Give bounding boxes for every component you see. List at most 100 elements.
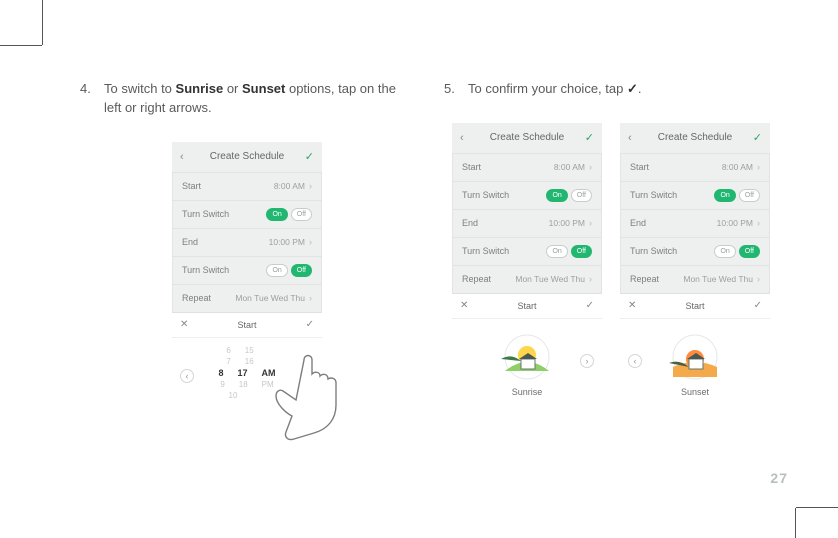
chevron-right-icon: › xyxy=(589,218,592,228)
label: Start xyxy=(630,162,649,172)
back-icon[interactable]: ‹ xyxy=(628,132,632,144)
screen-title: Create Schedule xyxy=(210,151,285,162)
value: 10:00 PM xyxy=(717,218,753,228)
value: Mon Tue Wed Thu xyxy=(515,274,585,284)
chevron-right-icon: › xyxy=(757,218,760,228)
chevron-right-icon: › xyxy=(589,162,592,172)
bold: Sunrise xyxy=(176,81,224,96)
switch-on[interactable]: On xyxy=(266,208,287,221)
row-end[interactable]: End10:00 PM› xyxy=(452,209,602,237)
row-end[interactable]: End 10:00 PM › xyxy=(620,209,770,237)
crop-mark xyxy=(796,507,838,508)
step-number: 5. xyxy=(444,80,468,99)
value: 8:00 AM xyxy=(554,162,585,172)
switch-off[interactable]: Off xyxy=(291,208,312,221)
picker-row: 10 xyxy=(229,391,266,400)
close-icon[interactable]: ✕ xyxy=(460,300,468,311)
value: Mon Tue Wed Thu xyxy=(683,274,753,284)
switch-off[interactable]: Off xyxy=(571,189,592,202)
label: Turn Switch xyxy=(182,265,229,275)
row-turn-switch-1: Turn Switch On Off xyxy=(620,181,770,209)
row-turn-switch-2: Turn Switch On Off xyxy=(620,237,770,265)
value: 8:00 AM xyxy=(274,181,305,191)
text: To confirm your choice, tap xyxy=(468,81,627,96)
step-number: 4. xyxy=(80,80,104,118)
label: End xyxy=(182,237,198,247)
sheet-sunset: ✕Start✓ ‹ › Sunset xyxy=(620,293,770,407)
switch-on[interactable]: On xyxy=(714,189,735,202)
label: End xyxy=(630,218,646,228)
switch-on[interactable]: On xyxy=(546,245,567,258)
confirm-icon[interactable]: ✓ xyxy=(305,150,314,163)
confirm-icon[interactable]: ✓ xyxy=(754,300,762,311)
row-turn-switch-2: Turn Switch On Off xyxy=(172,256,322,284)
switch-on[interactable]: On xyxy=(546,189,567,202)
sheet-sunrise: ✕Start✓ ‹ › Sunrise xyxy=(452,293,602,407)
value: Mon Tue Wed Thu xyxy=(235,293,305,303)
row-turn-switch-1: Turn Switch On Off xyxy=(452,181,602,209)
screen-header: ‹ Create Schedule ✓ xyxy=(452,123,602,153)
row-end[interactable]: End 10:00 PM › xyxy=(172,228,322,256)
confirm-icon[interactable]: ✓ xyxy=(585,131,594,144)
value: 10:00 PM xyxy=(269,237,305,247)
label: Repeat xyxy=(630,274,659,284)
label: Turn Switch xyxy=(630,190,677,200)
row-start[interactable]: Start8:00 AM› xyxy=(452,153,602,181)
row-repeat[interactable]: Repeat Mon Tue Wed Thu › xyxy=(172,284,322,312)
confirm-icon[interactable]: ✓ xyxy=(586,300,594,311)
picker-next-icon[interactable]: › xyxy=(300,369,314,383)
label: Turn Switch xyxy=(462,190,509,200)
sheet-start-picker: ✕ Start ✓ ‹ › 615 716 817AM 918PM 10 xyxy=(172,312,322,414)
sheet-title: Start xyxy=(685,301,704,311)
switch-on[interactable]: On xyxy=(714,245,735,258)
row-repeat[interactable]: Repeat Mon Tue Wed Thu › xyxy=(452,265,602,293)
chevron-right-icon: › xyxy=(757,274,760,284)
label: Turn Switch xyxy=(630,246,677,256)
option-label: Sunrise xyxy=(512,387,543,397)
chevron-right-icon: › xyxy=(309,181,312,191)
confirm-icon[interactable]: ✓ xyxy=(753,131,762,144)
label: Start xyxy=(182,181,201,191)
screen-header: ‹ Create Schedule ✓ xyxy=(620,123,770,153)
time-picker[interactable]: ‹ › 615 716 817AM 918PM 10 xyxy=(172,338,322,414)
label: Repeat xyxy=(462,274,491,284)
picker-prev-icon[interactable]: ‹ xyxy=(180,369,194,383)
row-turn-switch-1: Turn Switch On Off xyxy=(172,200,322,228)
picker-next-icon[interactable]: › xyxy=(580,354,594,368)
check-icon: ✓ xyxy=(627,81,638,96)
row-turn-switch-2: Turn Switch On Off xyxy=(452,237,602,265)
sunset-icon xyxy=(663,333,727,381)
back-icon[interactable]: ‹ xyxy=(460,132,464,144)
confirm-icon[interactable]: ✓ xyxy=(306,319,314,330)
screen-title: Create Schedule xyxy=(490,132,565,143)
page-number: 27 xyxy=(770,470,788,486)
chevron-right-icon: › xyxy=(309,237,312,247)
chevron-right-icon: › xyxy=(589,274,592,284)
label: Turn Switch xyxy=(462,246,509,256)
picker-row: 918PM xyxy=(220,380,273,389)
label: Repeat xyxy=(182,293,211,303)
value: 10:00 PM xyxy=(549,218,585,228)
step-4: 4. To switch to Sunrise or Sunset option… xyxy=(80,80,414,118)
close-icon[interactable]: ✕ xyxy=(180,319,188,330)
row-start[interactable]: Start 8:00 AM › xyxy=(172,172,322,200)
row-start[interactable]: Start8:00 AM› xyxy=(620,153,770,181)
screen-title: Create Schedule xyxy=(658,132,733,143)
switch-off[interactable]: Off xyxy=(739,189,760,202)
sheet-title: Start xyxy=(237,320,256,330)
chevron-right-icon: › xyxy=(309,293,312,303)
switch-off[interactable]: Off xyxy=(291,264,312,277)
close-icon[interactable]: ✕ xyxy=(628,300,636,311)
back-icon[interactable]: ‹ xyxy=(180,151,184,163)
switch-off[interactable]: Off xyxy=(739,245,760,258)
picker-prev-icon[interactable]: ‹ xyxy=(628,354,642,368)
picker-row-selected: 817AM xyxy=(218,368,275,378)
picker-row: 615 xyxy=(226,346,267,355)
step-text: To confirm your choice, tap ✓. xyxy=(468,80,642,99)
sunrise-icon xyxy=(495,333,559,381)
row-repeat[interactable]: Repeat Mon Tue Wed Thu › xyxy=(620,265,770,293)
switch-on[interactable]: On xyxy=(266,264,287,277)
crop-mark xyxy=(795,508,796,538)
switch-off[interactable]: Off xyxy=(571,245,592,258)
step-5: 5. To confirm your choice, tap ✓. xyxy=(444,80,778,99)
